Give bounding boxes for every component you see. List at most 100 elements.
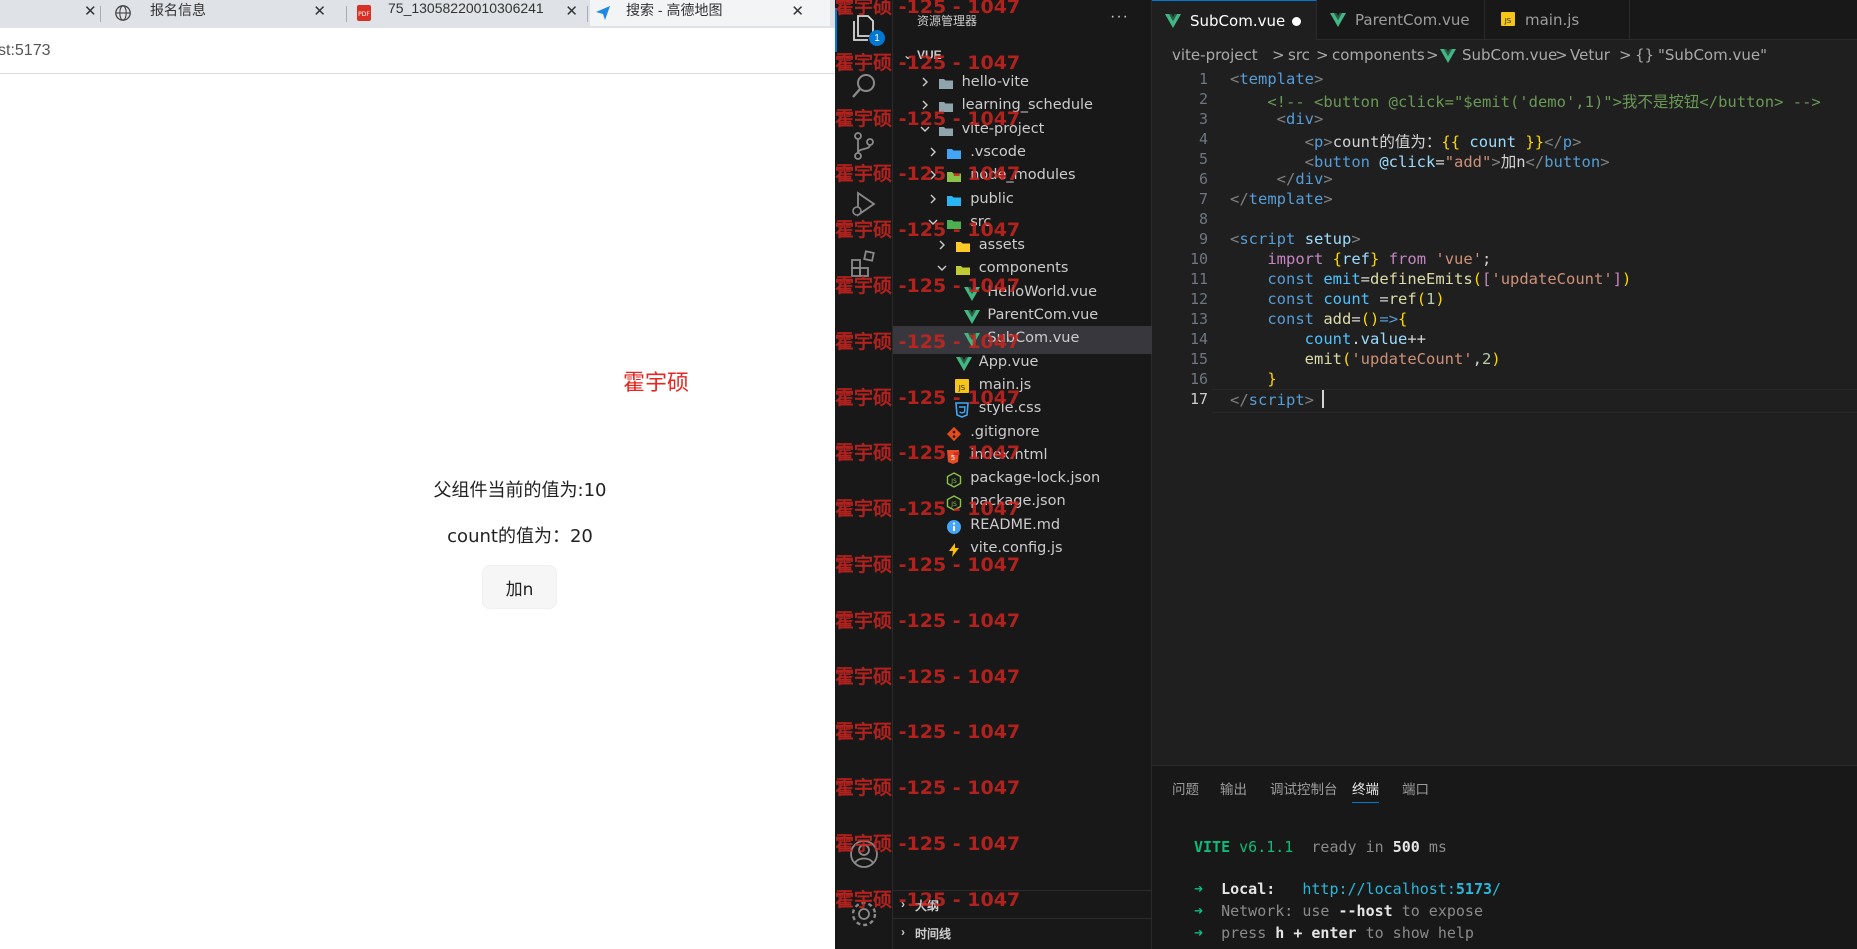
vue-file-icon: [963, 309, 981, 325]
parent-value-text: 父组件当前的值为:10: [433, 480, 607, 501]
line-number: 15: [1189, 350, 1208, 368]
editor-tab-mainjs[interactable]: JS main.js: [1485, 0, 1630, 40]
browser-tab-label: 75_13058220010306241: [388, 0, 544, 16]
braces-icon: {}: [1635, 46, 1655, 64]
account-icon[interactable]: [848, 838, 880, 870]
close-icon[interactable]: ✕: [791, 2, 804, 20]
editor-tab-bar: SubCom.vue ParentCom.vue JS main.js: [1152, 0, 1857, 40]
timeline-section[interactable]: › 时间线: [893, 918, 1152, 944]
extensions-icon[interactable]: [848, 248, 880, 280]
panel-tab-terminal[interactable]: 终端: [1352, 778, 1379, 803]
vite-bolt-icon: [946, 542, 962, 558]
panel-tab-output[interactable]: 输出: [1220, 778, 1247, 798]
tree-item[interactable]: vite.config.js: [893, 536, 1152, 564]
line-number: 1: [1198, 70, 1208, 88]
run-debug-icon[interactable]: [848, 188, 880, 220]
editor-tab-subcom[interactable]: SubCom.vue: [1152, 0, 1317, 40]
network-text-tail: to expose: [1401, 902, 1483, 920]
editor-tab-label: main.js: [1525, 11, 1580, 29]
add-button[interactable]: 加n: [482, 565, 557, 609]
chevron-right-icon: >: [1316, 46, 1329, 64]
editor-tab-parentcom[interactable]: ParentCom.vue: [1317, 0, 1485, 40]
outline-section[interactable]: › 大纲: [893, 890, 1152, 916]
breadcrumb-item[interactable]: src: [1288, 46, 1310, 64]
local-url-port: 5173: [1455, 880, 1493, 898]
breadcrumb-item[interactable]: vite-project: [1172, 46, 1258, 64]
tree-item-label: src: [970, 213, 992, 230]
network-flag: --host: [1338, 902, 1393, 920]
terminal-line-help: ➜ press h + enter to show help: [1194, 924, 1474, 942]
folder-icon: [946, 193, 962, 209]
browser-tab-amap-search[interactable]: 搜索 - 高德地图 ✕: [590, 0, 830, 26]
page-content: 霍宇硕 父组件当前的值为:10 count的值为：20 加n: [0, 75, 835, 949]
folder-icon: [955, 239, 971, 255]
line-number: 16: [1189, 370, 1208, 388]
vite-name: VITE: [1194, 838, 1231, 856]
code-text: }: [1267, 370, 1277, 388]
explorer-sidebar: 资源管理器 ··· ⌄ VUE hello-vite learning_schedu…: [893, 0, 1152, 949]
breadcrumb-item[interactable]: components: [1332, 46, 1425, 64]
folder-icon: [938, 123, 954, 139]
editor-tab-label: SubCom.vue: [1190, 12, 1286, 30]
panel-tab-ports[interactable]: 端口: [1402, 778, 1429, 798]
code-text: <template>: [1230, 70, 1324, 88]
breadcrumb-item[interactable]: "SubCom.vue": [1658, 46, 1767, 64]
terminal-line-vite: VITE v6.1.1 ready in 500 ms: [1194, 838, 1447, 856]
code-text: <script setup>: [1230, 230, 1361, 248]
close-icon[interactable]: ✕: [84, 2, 96, 20]
tree-item-label: node_modules: [970, 167, 1076, 184]
folder-icon: [946, 169, 962, 185]
search-icon[interactable]: [848, 70, 880, 102]
vue-file-icon: [963, 286, 981, 302]
tree-item-label: hello-vite: [961, 74, 1029, 90]
breadcrumb-item[interactable]: Vetur: [1570, 46, 1610, 64]
browser-tab-pdf[interactable]: PDF 75_13058220010306241 ✕: [350, 0, 586, 26]
code-text: emit('updateCount',2): [1304, 350, 1501, 368]
folder-icon: [938, 76, 954, 92]
close-icon[interactable]: ✕: [313, 2, 326, 20]
browser-tab-signup-info[interactable]: 报名信息 ✕: [104, 0, 344, 26]
local-url-tail: /: [1492, 880, 1502, 898]
panel-tab-problems[interactable]: 问题: [1172, 778, 1199, 798]
panel-tab-debug-console[interactable]: 调试控制台: [1270, 778, 1338, 798]
code-editor[interactable]: 1 <template> 2 <!-- <button @click="$emit(…: [1152, 68, 1857, 468]
activity-bar: 1: [835, 0, 893, 949]
folder-icon: [938, 99, 954, 115]
address-url[interactable]: st:5173: [0, 42, 50, 60]
ready-unit: ms: [1428, 838, 1447, 856]
close-icon[interactable]: ✕: [565, 2, 578, 20]
line-number: 13: [1189, 310, 1208, 328]
local-url[interactable]: http://localhost:5173/: [1302, 880, 1501, 898]
chevron-right-icon: >: [1555, 46, 1568, 64]
line-number: 10: [1189, 250, 1208, 268]
vue-file-icon: [955, 356, 972, 372]
chevron-right-icon: [939, 240, 945, 250]
line-number: 17: [1189, 390, 1208, 408]
gear-icon[interactable]: [848, 898, 880, 930]
count-value-text: count的值为：20: [447, 526, 593, 547]
tree-item-label: index.html: [970, 446, 1048, 463]
line-number: 14: [1189, 330, 1208, 348]
line-number: 3: [1198, 110, 1208, 128]
tab-close-previous[interactable]: ✕: [76, 0, 96, 26]
chevron-right-icon: [930, 170, 937, 180]
more-actions-icon[interactable]: ···: [1110, 8, 1129, 26]
chevron-right-icon: [930, 147, 937, 157]
svg-text:PDF: PDF: [358, 11, 370, 18]
workspace-section-header[interactable]: ⌄ VUE: [903, 48, 942, 62]
line-number: 11: [1189, 270, 1208, 288]
source-control-icon[interactable]: [848, 130, 880, 162]
active-indicator: [835, 8, 837, 52]
breadcrumb-item[interactable]: SubCom.vue: [1462, 46, 1557, 64]
chevron-right-icon: [922, 77, 928, 87]
address-bar[interactable]: st:5173: [0, 28, 835, 74]
tree-item-label: components: [978, 260, 1069, 277]
line-number: 5: [1198, 150, 1208, 168]
tree-item-label: style.css: [978, 400, 1042, 417]
chevron-down-icon: [928, 219, 938, 225]
tree-item-label: vite-project: [961, 120, 1045, 137]
unsaved-dot-icon[interactable]: [1292, 17, 1301, 26]
chevron-right-icon: [930, 194, 937, 203]
line-number: 9: [1198, 230, 1208, 248]
editor-area: SubCom.vue ParentCom.vue JS main.js vite…: [1152, 0, 1857, 765]
